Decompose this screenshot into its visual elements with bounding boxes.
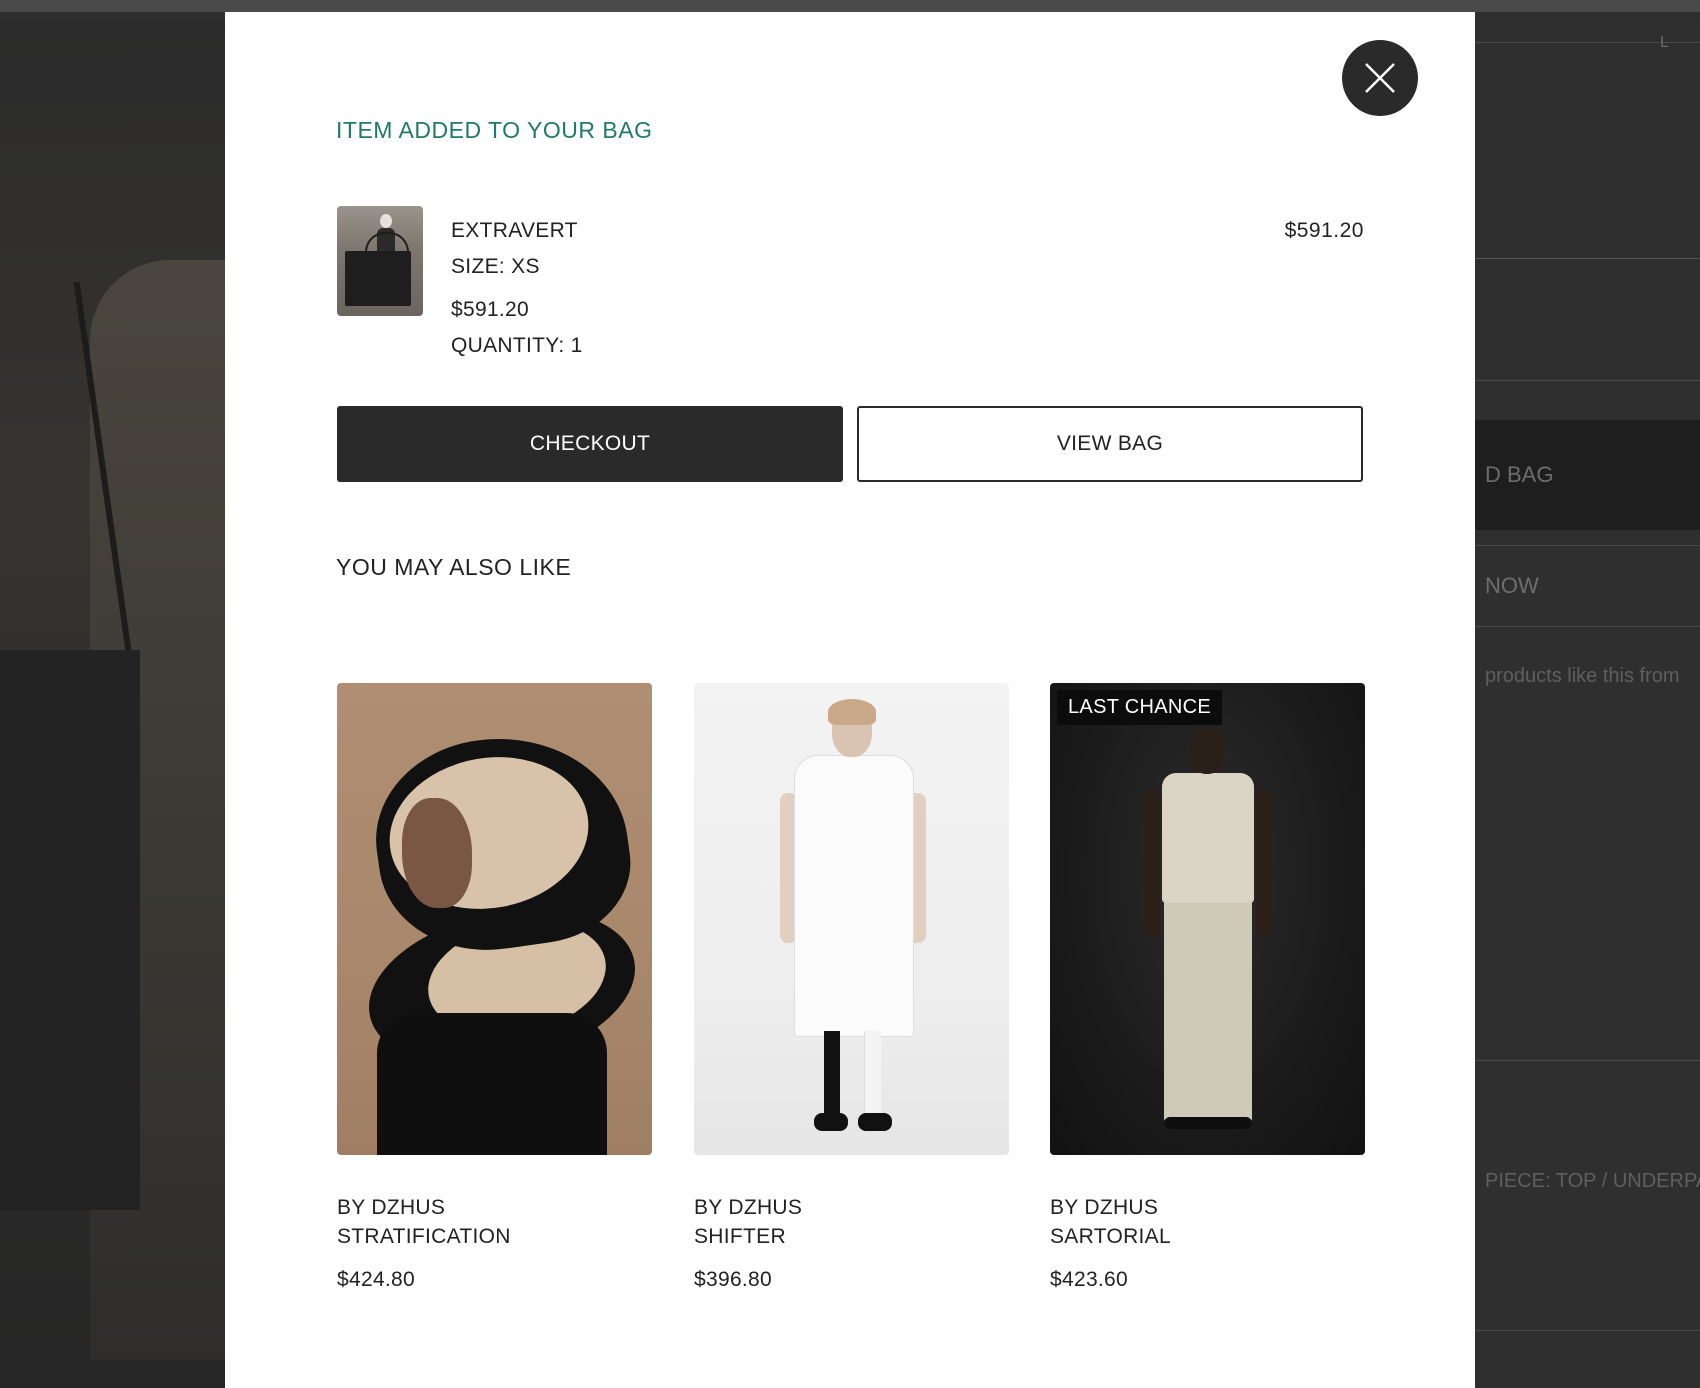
- background-product-panel: D BAG NOW products like this from PIECE:…: [1475, 20, 1700, 1388]
- modal-title: ITEM ADDED TO YOUR BAG: [336, 117, 653, 143]
- background-description-text: products like this from: [1485, 665, 1680, 687]
- close-icon: [1365, 63, 1395, 93]
- product-name[interactable]: SARTORIAL: [1050, 1225, 1171, 1249]
- view-bag-button-label: VIEW BAG: [1056, 432, 1164, 455]
- product-image[interactable]: [337, 683, 652, 1155]
- product-brand[interactable]: BY DZHUS: [337, 1196, 445, 1220]
- product-brand[interactable]: BY DZHUS: [694, 1196, 802, 1220]
- added-item-thumbnail[interactable]: [337, 206, 423, 316]
- added-item-line-total: $591.20: [1284, 219, 1364, 242]
- background-corner-mark: L: [1660, 34, 1669, 51]
- added-to-bag-modal: ITEM ADDED TO YOUR BAG EXTRAVERT SIZE: X…: [225, 12, 1475, 1388]
- product-image[interactable]: [694, 683, 1009, 1155]
- background-top-bar: [0, 0, 1700, 12]
- background-piece-text: PIECE: TOP / UNDERPA: [1485, 1170, 1700, 1192]
- product-name[interactable]: SHIFTER: [694, 1225, 786, 1249]
- product-name[interactable]: STRATIFICATION: [337, 1225, 511, 1249]
- close-button[interactable]: [1342, 40, 1418, 116]
- recommended-product-card[interactable]: BY DZHUS SHIFTER $396.80: [694, 683, 1009, 1291]
- view-bag-button[interactable]: VIEW BAG: [857, 406, 1363, 482]
- added-item-price: $591.20: [451, 298, 530, 321]
- added-item-quantity: QUANTITY: 1: [451, 334, 583, 357]
- product-price: $396.80: [694, 1268, 773, 1291]
- product-price: $424.80: [337, 1268, 416, 1291]
- recommended-product-card[interactable]: BY DZHUS STRATIFICATION $424.80: [337, 683, 652, 1291]
- recommendations-heading: YOU MAY ALSO LIKE: [336, 554, 572, 580]
- added-item-size: SIZE: XS: [451, 255, 540, 278]
- product-price: $423.60: [1050, 1268, 1129, 1291]
- checkout-button[interactable]: CHECKOUT: [337, 406, 843, 482]
- last-chance-badge: LAST CHANCE: [1057, 690, 1222, 725]
- background-add-to-bag-button: D BAG: [1475, 420, 1700, 530]
- recommended-product-card[interactable]: LAST CHANCE BY DZHUS SARTORIAL $423.60: [1050, 683, 1365, 1291]
- background-buy-now-button: NOW: [1475, 545, 1700, 627]
- product-image[interactable]: LAST CHANCE: [1050, 683, 1365, 1155]
- added-item-name[interactable]: EXTRAVERT: [451, 219, 578, 243]
- background-product-photo: [0, 20, 240, 1388]
- product-brand[interactable]: BY DZHUS: [1050, 1196, 1158, 1220]
- checkout-button-label: CHECKOUT: [529, 432, 651, 455]
